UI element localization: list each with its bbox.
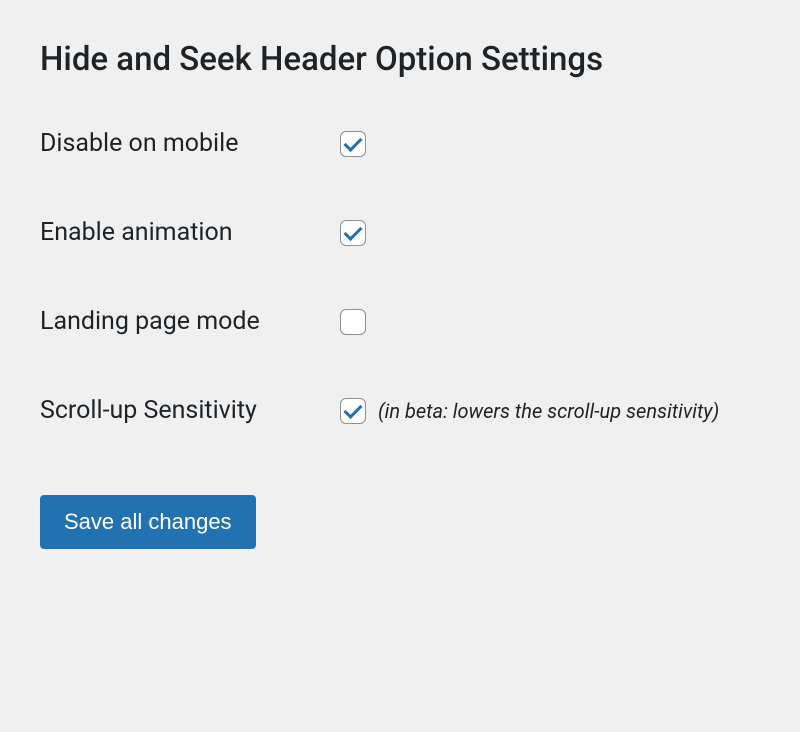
checkbox-cell: [340, 220, 366, 246]
checkbox-scroll-up-sensitivity[interactable]: [340, 398, 366, 424]
checkbox-cell: [340, 309, 366, 335]
checkbox-disable-mobile[interactable]: [340, 131, 366, 157]
page-title: Hide and Seek Header Option Settings: [40, 40, 760, 79]
option-row-landing-page-mode: Landing page mode: [40, 307, 760, 336]
save-button[interactable]: Save all changes: [40, 495, 256, 549]
label-scroll-up-sensitivity: Scroll-up Sensitivity: [40, 396, 340, 425]
label-landing-page-mode: Landing page mode: [40, 307, 340, 336]
label-enable-animation: Enable animation: [40, 218, 340, 247]
checkbox-landing-page-mode[interactable]: [340, 309, 366, 335]
option-row-enable-animation: Enable animation: [40, 218, 760, 247]
option-row-scroll-up-sensitivity: Scroll-up Sensitivity (in beta: lowers t…: [40, 396, 760, 425]
checkbox-cell: (in beta: lowers the scroll-up sensitivi…: [340, 398, 719, 424]
option-row-disable-mobile: Disable on mobile: [40, 129, 760, 158]
checkbox-cell: [340, 131, 366, 157]
helper-text-scroll-up-sensitivity: (in beta: lowers the scroll-up sensitivi…: [378, 399, 719, 423]
label-disable-mobile: Disable on mobile: [40, 129, 340, 158]
checkbox-enable-animation[interactable]: [340, 220, 366, 246]
